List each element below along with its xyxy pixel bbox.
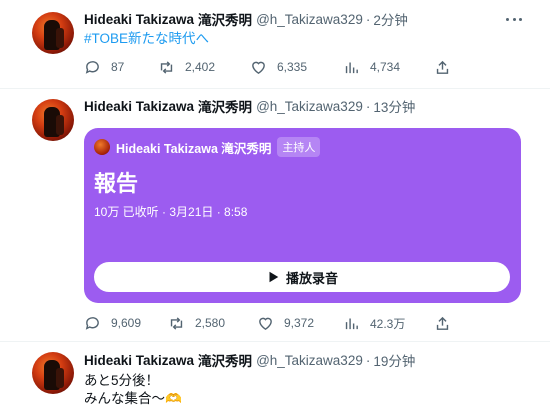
separator-dot: · — [365, 98, 371, 114]
play-recording-button[interactable]: 播放录音 — [94, 262, 510, 292]
tweet-header: Hideaki Takizawa 滝沢秀明 @h_Takizawa329 · 1… — [84, 96, 415, 116]
author-name-jp[interactable]: 滝沢秀明 — [198, 9, 252, 29]
separator-dot: · — [365, 352, 371, 368]
avatar[interactable] — [32, 99, 74, 141]
like-count: 6,335 — [277, 60, 308, 74]
author-name-jp[interactable]: 滝沢秀明 — [198, 350, 252, 370]
play-icon — [269, 271, 279, 283]
bar-chart-icon — [345, 318, 358, 329]
tweet-3[interactable]: Hideaki Takizawa 滝沢秀明 @h_Takizawa329 · 1… — [0, 342, 550, 409]
tweet-timestamp[interactable]: 2分钟 — [373, 9, 408, 29]
share-button[interactable] — [434, 312, 461, 334]
heart-icon — [259, 317, 272, 330]
retweet-count: 2,580 — [195, 316, 226, 330]
tweet-timestamp[interactable]: 13分钟 — [373, 96, 415, 116]
space-host-row: Hideaki Takizawa 滝沢秀明 主持人 — [94, 137, 321, 157]
space-title: 報告 — [94, 171, 139, 196]
author-name[interactable]: Hideaki Takizawa — [84, 99, 194, 114]
views-button[interactable]: 4,734 — [343, 56, 400, 78]
tweet-text: #TOBE新たな時代へ — [84, 30, 209, 48]
tweet-text-line-1: あと5分後！ — [84, 373, 160, 388]
reply-icon — [85, 60, 99, 74]
play-recording-label: 播放录音 — [285, 270, 338, 286]
reply-count: 87 — [111, 60, 125, 74]
space-meta: 10万 已收听 · 3月21日 · 8:58 — [94, 205, 248, 219]
host-badge: 主持人 — [277, 137, 321, 157]
author-handle[interactable]: @h_Takizawa329 — [256, 99, 363, 114]
retweet-button[interactable]: 2,402 — [158, 56, 215, 78]
host-avatar — [94, 139, 110, 155]
share-icon — [436, 316, 449, 330]
tweet-text-line-2: みんな集合〜🫶 — [84, 391, 182, 406]
views-button[interactable]: 42.3万 — [343, 312, 405, 334]
reply-icon — [85, 316, 99, 330]
tweet-1[interactable]: Hideaki Takizawa 滝沢秀明 @h_Takizawa329 · 2… — [0, 0, 550, 88]
view-count: 42.3万 — [370, 316, 406, 331]
share-icon — [436, 60, 449, 74]
tweet-header: Hideaki Takizawa 滝沢秀明 @h_Takizawa329 · 2… — [84, 9, 408, 29]
author-name[interactable]: Hideaki Takizawa — [84, 353, 194, 368]
tweet-timestamp[interactable]: 19分钟 — [373, 350, 415, 370]
like-button[interactable]: 9,372 — [257, 312, 314, 334]
space-card[interactable]: Hideaki Takizawa 滝沢秀明 主持人 報告 10万 已收听 · 3… — [84, 128, 521, 303]
reply-button[interactable]: 87 — [84, 56, 124, 78]
reply-count: 9,609 — [111, 316, 142, 330]
space-host-name: Hideaki Takizawa 滝沢秀明 — [116, 141, 272, 156]
like-button[interactable]: 6,335 — [250, 56, 307, 78]
tweet-header: Hideaki Takizawa 滝沢秀明 @h_Takizawa329 · 1… — [84, 350, 415, 370]
tweet-actions: 9,609 2,580 9,372 42.3万 — [84, 312, 449, 334]
author-name[interactable]: Hideaki Takizawa — [84, 12, 194, 27]
retweet-count: 2,402 — [185, 60, 216, 74]
heart-icon — [252, 61, 265, 74]
bar-chart-icon — [345, 62, 358, 73]
separator-dot: · — [365, 11, 371, 27]
retweet-button[interactable]: 2,580 — [168, 312, 225, 334]
author-name-jp[interactable]: 滝沢秀明 — [198, 96, 252, 116]
share-button[interactable] — [434, 56, 461, 78]
avatar[interactable] — [32, 12, 74, 54]
avatar[interactable] — [32, 352, 74, 394]
author-handle[interactable]: @h_Takizawa329 — [256, 353, 363, 368]
retweet-icon — [160, 60, 173, 74]
author-handle[interactable]: @h_Takizawa329 — [256, 12, 363, 27]
tweet-actions: 87 2,402 6,335 4,734 — [84, 56, 449, 78]
view-count: 4,734 — [370, 60, 401, 74]
like-count: 9,372 — [284, 316, 315, 330]
reply-button[interactable]: 9,609 — [84, 312, 141, 334]
hashtag-link[interactable]: #TOBE新たな時代へ — [84, 31, 209, 46]
retweet-icon — [170, 316, 183, 330]
more-options-icon[interactable] — [504, 11, 524, 27]
